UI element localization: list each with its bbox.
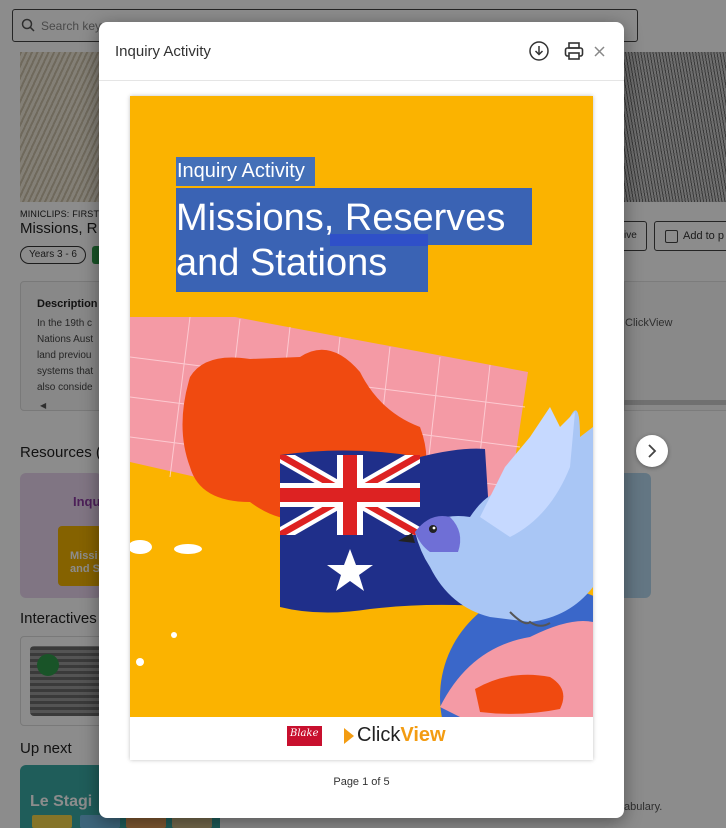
document-preview-modal: Inquiry Activity Inquiry Activity Missio…: [99, 22, 624, 818]
next-page-button[interactable]: [636, 435, 668, 467]
modal-title: Inquiry Activity: [115, 43, 211, 60]
page-indicator: Page 1 of 5: [333, 776, 390, 788]
chevron-right-icon: [648, 444, 657, 458]
clickview-logo-suffix: View: [400, 724, 446, 746]
print-icon[interactable]: [563, 40, 585, 62]
cover-kicker[interactable]: Inquiry Activity: [177, 160, 305, 183]
publisher-logo-text: Blake: [290, 728, 319, 739]
download-icon[interactable]: [528, 40, 550, 62]
document-page: Inquiry Activity Missions, Reserves and …: [130, 96, 593, 760]
close-icon[interactable]: [591, 40, 609, 62]
clickview-logo: ClickView: [357, 724, 446, 747]
clickview-logo-prefix: Click: [357, 724, 401, 746]
cover-footer: Blake ClickView: [130, 717, 593, 760]
cover-illustration: [130, 317, 593, 717]
clickview-play-icon: [344, 728, 354, 744]
modal-divider: [99, 80, 624, 81]
publisher-logo: Blake: [287, 726, 322, 746]
cover-title[interactable]: Missions, Reserves and Stations: [176, 196, 546, 286]
